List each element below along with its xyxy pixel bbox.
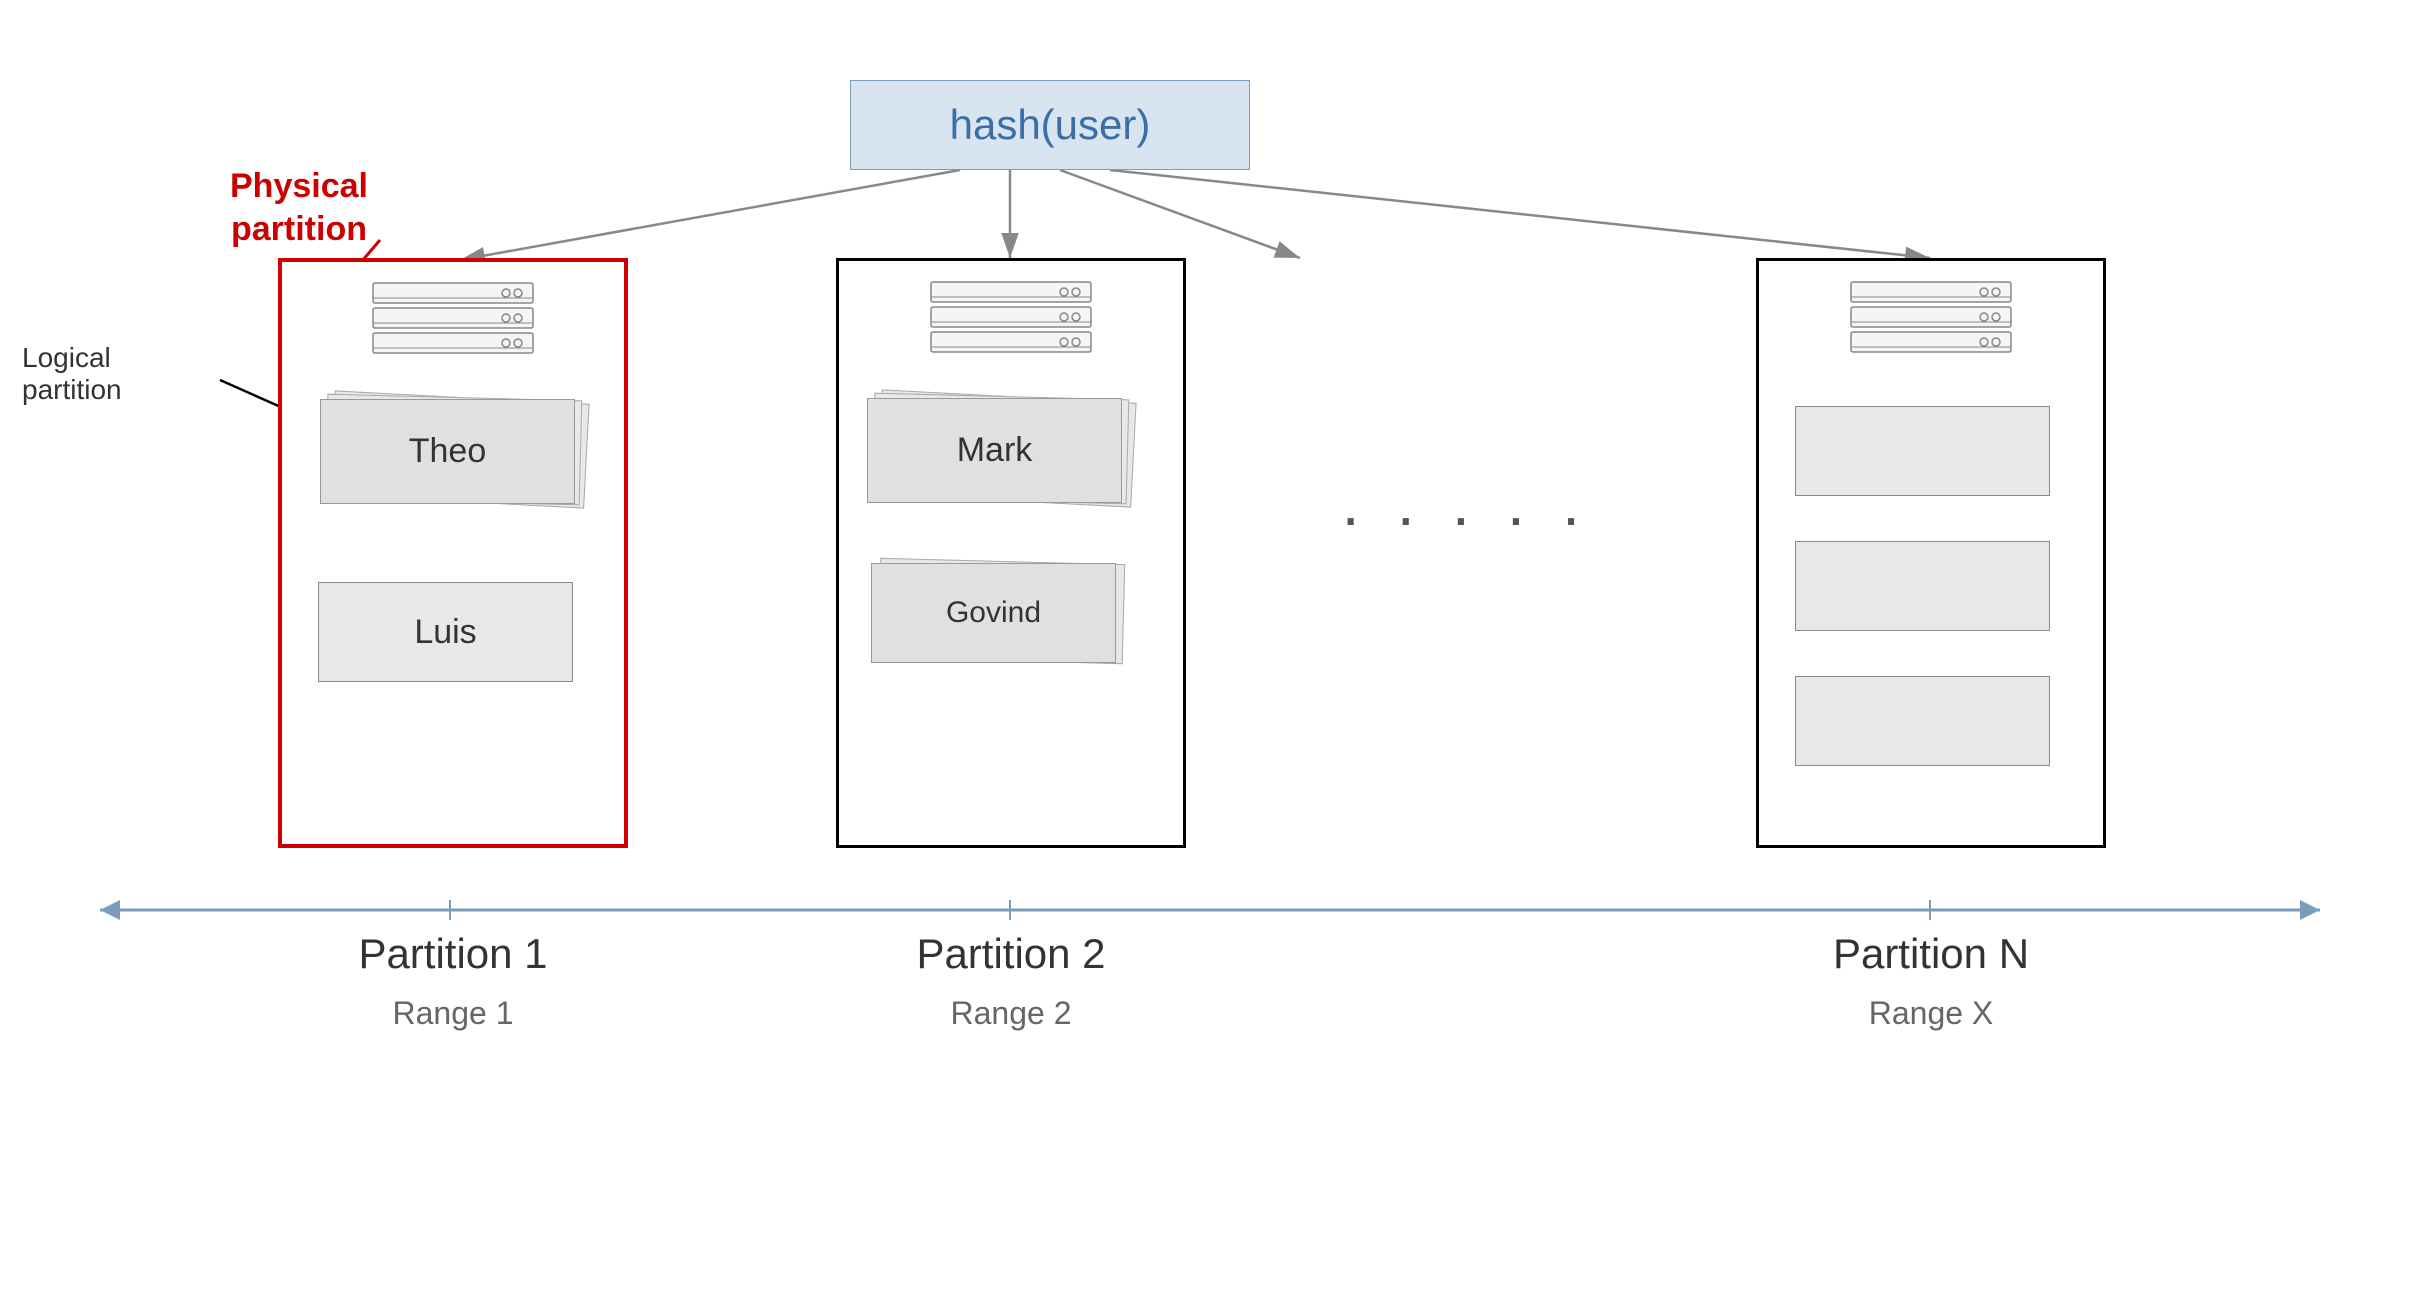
partition1-label: Partition 1 (278, 910, 628, 978)
server-icon-pN (1841, 277, 2021, 372)
partition2-box: Mark Govind (836, 258, 1186, 848)
physical-partition-label: Physicalpartition (230, 165, 368, 250)
partition1-box: Theo Luis (278, 258, 628, 848)
record-govind: Govind (946, 596, 1041, 630)
hash-user-label: hash(user) (950, 101, 1151, 149)
rangeX-label: Range X (1756, 995, 2106, 1032)
range1-label: Range 1 (278, 995, 628, 1032)
server-icon-p1 (363, 278, 543, 373)
record-luis: Luis (318, 582, 573, 682)
dots-label: · · · · · (1340, 480, 1590, 554)
server-icon-p2 (921, 277, 1101, 372)
hash-user-box: hash(user) (850, 80, 1250, 170)
record-luis-label: Luis (414, 613, 476, 652)
logical-partition-label: Logicalpartition (22, 342, 122, 406)
partitionN-box (1756, 258, 2106, 848)
range2-label: Range 2 (836, 995, 1186, 1032)
diagram-container: hash(user) Physicalpartition Logicalpart… (0, 0, 2418, 1316)
record-mark: Mark (957, 431, 1033, 470)
partitionN-label: Partition N (1756, 910, 2106, 978)
record-theo: Theo (409, 432, 487, 471)
partition2-label: Partition 2 (836, 910, 1186, 978)
